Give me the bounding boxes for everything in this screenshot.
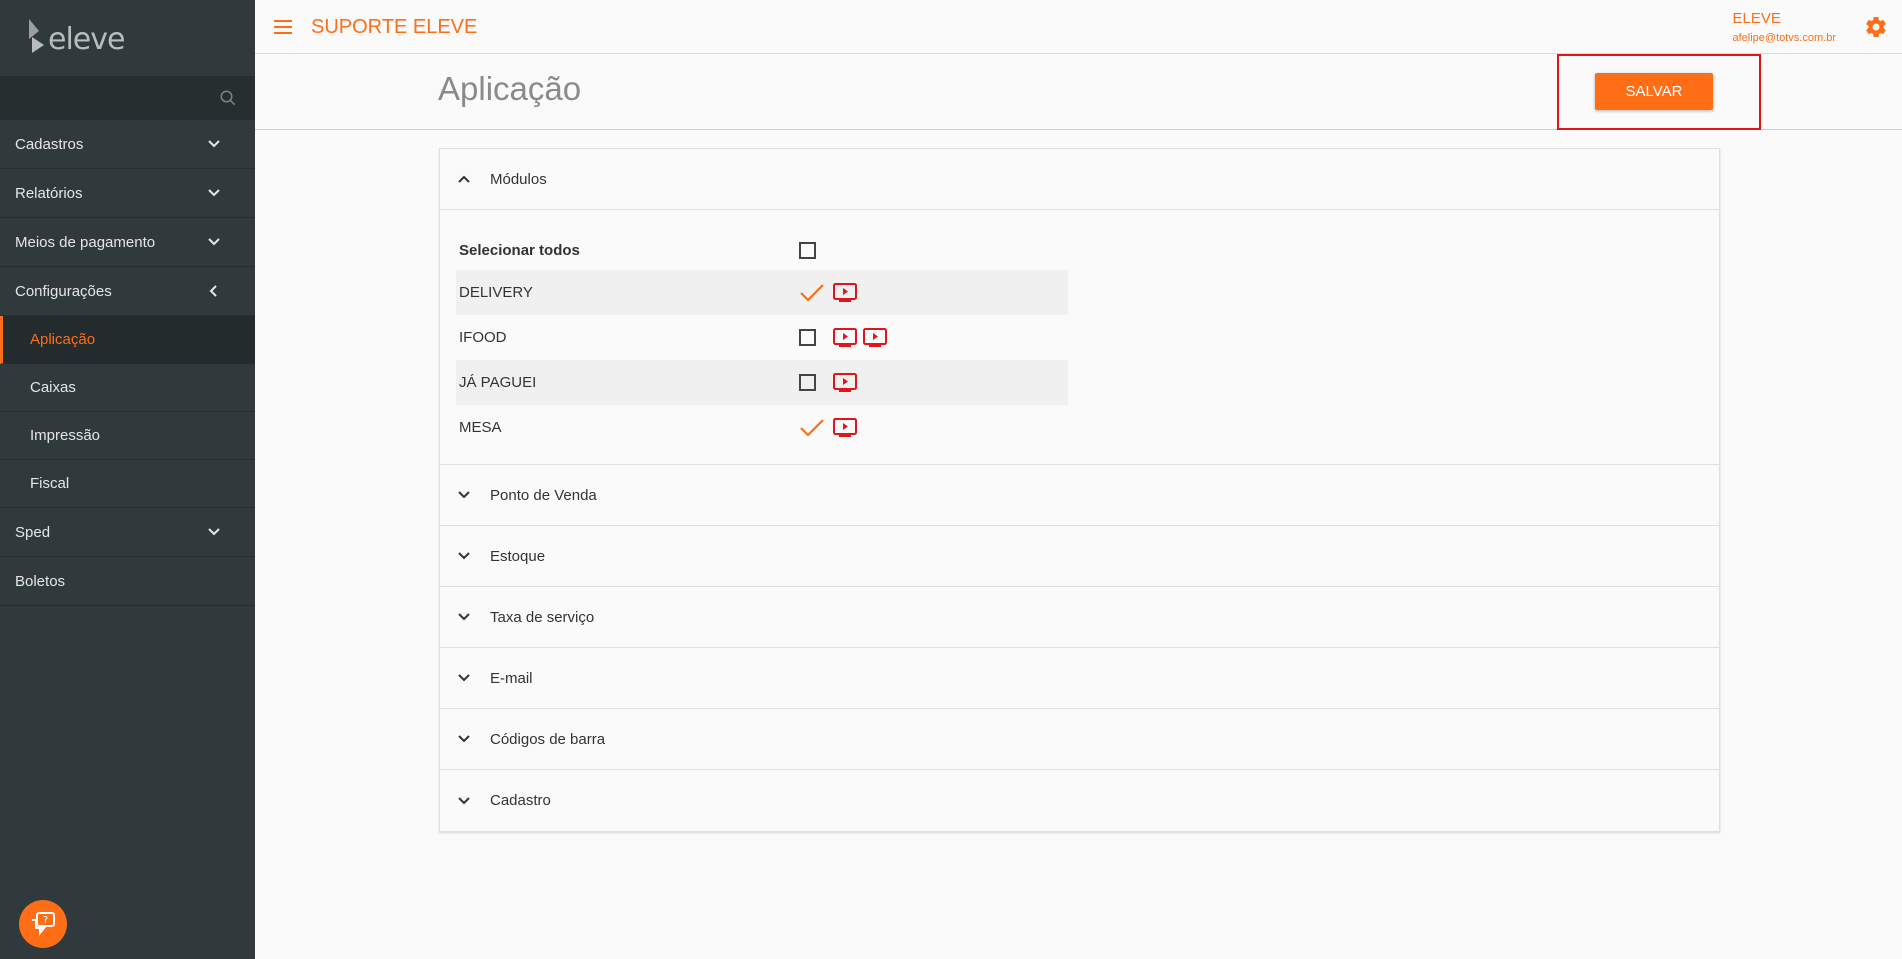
section-title: Taxa de serviço (490, 608, 595, 626)
section-header-codigos-de-barra[interactable]: Códigos de barra (440, 709, 1719, 770)
sidebar-item-label: Configurações (15, 282, 112, 300)
sidebar-item-label: Cadastros (15, 135, 84, 153)
svg-text:?: ? (43, 915, 48, 926)
module-label: DELIVERY (459, 284, 533, 301)
section-title: E-mail (490, 669, 533, 687)
chevron-down-icon (455, 669, 473, 687)
module-checkbox[interactable] (799, 329, 816, 346)
sidebar-item-label: Boletos (15, 572, 66, 590)
sidebar: eleve Cadastros Relatórios Meios de paga… (0, 0, 255, 959)
settings-panel: Módulos Selecionar todos DELIVERY IFOOD … (439, 148, 1720, 832)
video-tutorial-icon[interactable] (833, 327, 857, 348)
topbar: SUPORTE ELEVE ELEVE afelipe@totvs.com.br (255, 0, 1902, 54)
logo: eleve (26, 17, 125, 59)
chevron-down-icon (455, 486, 473, 504)
app-title: SUPORTE ELEVE (311, 16, 478, 38)
checkmark-icon[interactable] (799, 417, 825, 439)
hamburger-menu-icon[interactable] (273, 16, 295, 38)
sidebar-item-relatorios[interactable]: Relatórios (0, 169, 255, 218)
module-row-delivery: DELIVERY (456, 270, 1068, 315)
section-header-ponto-de-venda[interactable]: Ponto de Venda (440, 465, 1719, 526)
video-tutorial-icon[interactable] (833, 282, 857, 303)
section-title: Estoque (490, 547, 546, 565)
sidebar-item-label: Meios de pagamento (15, 233, 156, 251)
select-all-row: Selecionar todos (456, 230, 1068, 270)
save-button[interactable]: SALVAR (1595, 73, 1713, 110)
chevron-down-icon (455, 730, 473, 748)
search-icon[interactable] (219, 89, 237, 107)
module-label: MESA (459, 419, 502, 436)
sidebar-item-label: Aplicação (30, 331, 96, 348)
chevron-up-icon (455, 170, 473, 188)
user-email: afelipe@totvs.com.br (1732, 32, 1837, 44)
sidebar-item-fiscal[interactable]: Fiscal (0, 460, 255, 508)
section-header-email[interactable]: E-mail (440, 648, 1719, 709)
section-title: Módulos (490, 170, 547, 188)
section-header-cadastro[interactable]: Cadastro (440, 770, 1719, 831)
section-header-estoque[interactable]: Estoque (440, 526, 1719, 587)
sidebar-item-boletos[interactable]: Boletos (0, 557, 255, 606)
chevron-down-icon (208, 238, 220, 246)
gear-icon[interactable] (1864, 15, 1888, 39)
logo-mark-icon (29, 19, 44, 53)
sidebar-item-configuracoes[interactable]: Configurações (0, 267, 255, 316)
logo-text: eleve (48, 22, 125, 57)
sidebar-item-label: Fiscal (30, 475, 70, 492)
sidebar-item-label: Sped (15, 523, 51, 541)
chevron-left-icon (209, 285, 217, 297)
section-title: Cadastro (490, 792, 551, 809)
module-label: IFOOD (459, 329, 507, 346)
section-title: Ponto de Venda (490, 486, 597, 504)
sidebar-item-label: Caixas (30, 379, 76, 396)
sidebar-item-meios-de-pagamento[interactable]: Meios de pagamento (0, 218, 255, 267)
sidebar-item-label: Impressão (30, 427, 101, 444)
chevron-down-icon (208, 140, 220, 148)
section-title: Códigos de barra (490, 730, 606, 748)
sidebar-nav: Cadastros Relatórios Meios de pagamento … (0, 120, 255, 606)
sidebar-item-label: Relatórios (15, 184, 83, 202)
select-all-label: Selecionar todos (459, 241, 580, 259)
sidebar-item-cadastros[interactable]: Cadastros (0, 120, 255, 169)
sidebar-item-caixas[interactable]: Caixas (0, 364, 255, 412)
sidebar-item-aplicacao[interactable]: Aplicação (0, 316, 255, 364)
chevron-down-icon (208, 528, 220, 536)
module-label: JÁ PAGUEI (459, 374, 537, 391)
video-tutorial-icon[interactable] (833, 417, 857, 438)
chevron-down-icon (455, 792, 473, 810)
page-header: Aplicação SALVAR (255, 54, 1902, 130)
page-title: Aplicação (438, 70, 582, 107)
section-header-modulos[interactable]: Módulos (440, 149, 1719, 210)
user-info[interactable]: ELEVE afelipe@totvs.com.br (1733, 10, 1837, 44)
module-row-ifood: IFOOD (456, 315, 1068, 360)
video-tutorial-icon[interactable] (863, 327, 887, 348)
chevron-down-icon (455, 608, 473, 626)
support-chat-button[interactable]: ? (19, 900, 67, 948)
chat-help-icon: ? (32, 912, 55, 936)
chevron-down-icon (208, 189, 220, 197)
sidebar-search[interactable] (0, 76, 255, 120)
sidebar-item-sped[interactable]: Sped (0, 508, 255, 557)
module-row-ja-paguei: JÁ PAGUEI (456, 360, 1068, 405)
video-tutorial-icon[interactable] (833, 372, 857, 393)
checkmark-icon[interactable] (799, 282, 825, 304)
modules-list: Selecionar todos DELIVERY IFOOD JÁ PAGUE… (440, 210, 1719, 465)
select-all-checkbox[interactable] (799, 241, 816, 259)
logo-area: eleve (0, 0, 255, 76)
sidebar-item-impressao[interactable]: Impressão (0, 412, 255, 460)
section-header-taxa-de-servico[interactable]: Taxa de serviço (440, 587, 1719, 648)
user-name: ELEVE (1732, 10, 1781, 27)
module-checkbox[interactable] (799, 374, 816, 391)
chevron-down-icon (455, 547, 473, 565)
module-row-mesa: MESA (456, 405, 1068, 450)
